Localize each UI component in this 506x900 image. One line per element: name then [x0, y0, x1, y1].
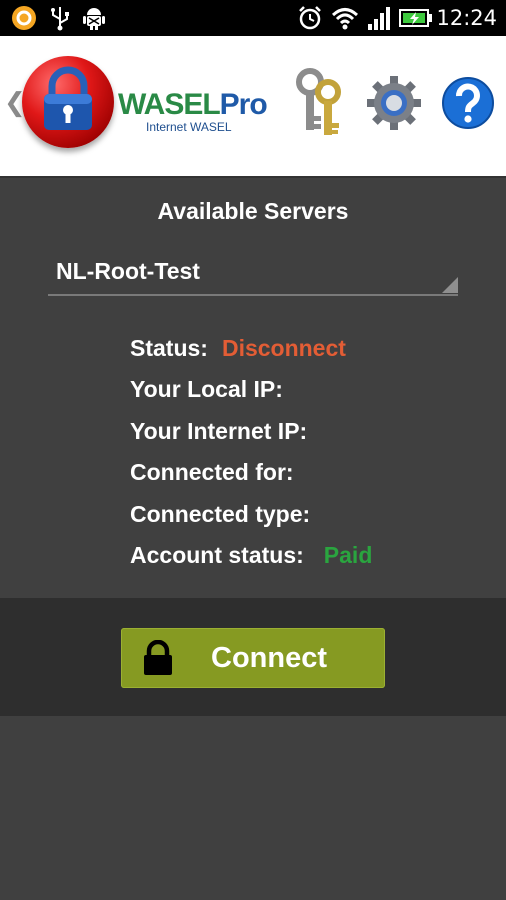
local-ip-label: Your Local IP:: [130, 376, 283, 402]
dropdown-arrow-icon: [442, 277, 458, 293]
available-servers-heading: Available Servers: [157, 198, 349, 224]
local-ip-row: Your Local IP:: [130, 374, 283, 404]
logo-wordmark: WASELPro: [118, 88, 268, 121]
app-header: ❮ WASELPro Internet WASEL: [0, 36, 506, 178]
connected-type-label: Connected type:: [130, 501, 311, 527]
account-status-row: Account status: Paid: [130, 540, 372, 570]
app-logo: [22, 56, 114, 148]
settings-button[interactable]: [366, 70, 422, 140]
wifi-icon: [330, 5, 360, 31]
keys-button[interactable]: [292, 67, 348, 143]
empty-area: [0, 716, 506, 900]
internet-ip-row: Your Internet IP:: [130, 416, 307, 446]
usb-icon: [46, 5, 74, 31]
logo-tagline: Internet WASEL: [146, 120, 232, 134]
status-row: Status: Disconnect: [130, 333, 346, 363]
signal-icon: [366, 5, 394, 31]
android-debug-icon: [80, 5, 108, 31]
connected-for-row: Connected for:: [130, 457, 294, 487]
connect-button[interactable]: Connect: [121, 628, 385, 688]
alarm-icon: [296, 5, 324, 31]
connect-button-label: Connect: [211, 642, 327, 674]
connect-bar: Connect: [0, 598, 506, 716]
status-label: Status:: [130, 335, 208, 361]
notification-app-icon: [10, 5, 38, 31]
account-status-value: Paid: [323, 542, 373, 568]
help-button[interactable]: [440, 70, 496, 140]
keys-icon: [292, 67, 348, 143]
connected-type-row: Connected type:: [130, 499, 310, 529]
settings-gear-icon: [366, 75, 422, 136]
connected-for-label: Connected for:: [130, 459, 294, 485]
status-value: Disconnect: [221, 335, 346, 361]
clock-time: 12:24: [436, 6, 497, 30]
battery-charging-icon: [398, 5, 434, 31]
internet-ip-label: Your Internet IP:: [130, 418, 308, 444]
server-select[interactable]: NL-Root-Test: [48, 254, 458, 296]
lock-icon: [141, 639, 175, 681]
server-panel: Available Servers NL-Root-Test Status: Di…: [0, 178, 506, 598]
help-icon: [441, 76, 495, 135]
server-select-value: NL-Root-Test: [56, 258, 200, 284]
status-bar: 12:24: [0, 0, 506, 36]
account-status-label: Account status:: [130, 542, 304, 568]
